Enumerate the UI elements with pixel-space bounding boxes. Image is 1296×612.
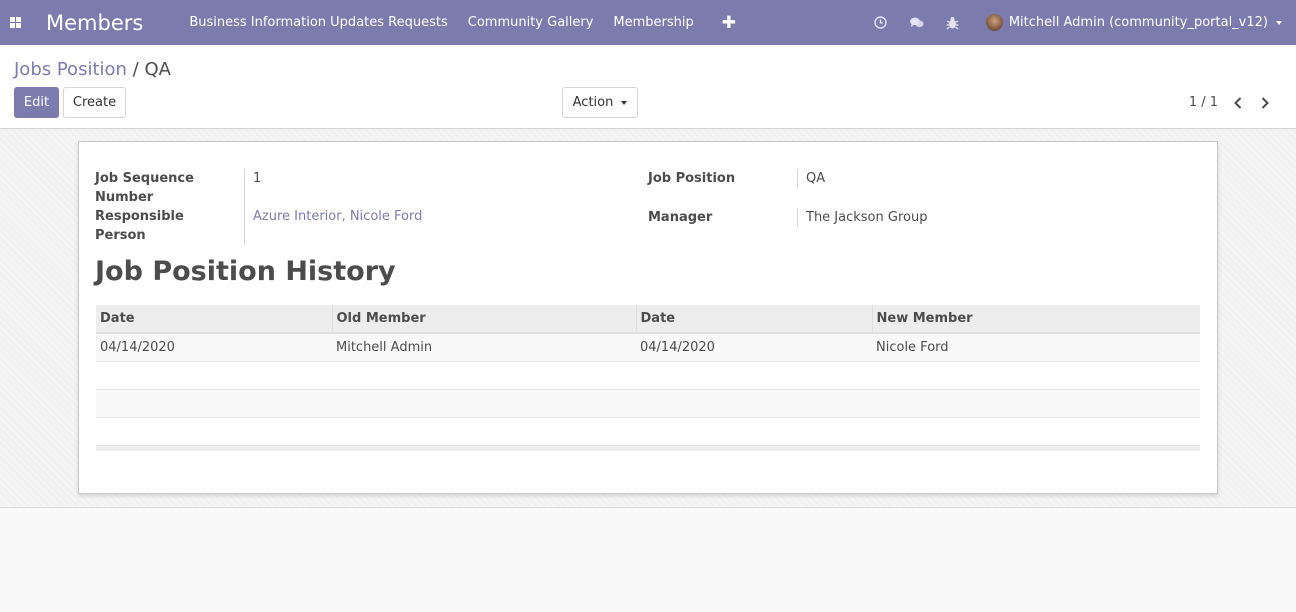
job-position-label: Job Position <box>648 169 798 188</box>
table-footer <box>96 445 1200 451</box>
breadcrumb-separator: / <box>126 59 145 80</box>
column-header-date[interactable]: Date <box>96 305 332 334</box>
job-position-value: QA <box>806 171 826 186</box>
field-group-right: Job Position QA Manager The Jackson Grou… <box>648 169 1188 227</box>
column-header-date-2[interactable]: Date <box>635 305 872 334</box>
menu-community-gallery[interactable]: Community Gallery <box>468 15 594 30</box>
app-title[interactable]: Members <box>46 11 143 35</box>
menu-membership[interactable]: Membership <box>613 15 693 30</box>
table-header-row: Date Old Member Date New Member <box>96 305 1200 334</box>
empty-table-row <box>96 389 1200 418</box>
pager: 1 / 1 <box>1189 95 1272 110</box>
form-view-background: Job Sequence Number 1 Responsible Person… <box>0 129 1296 508</box>
control-panel: Jobs Position / QA Edit Create Action 1 … <box>0 45 1296 129</box>
menu-business-info-requests[interactable]: Business Information Updates Requests <box>189 15 447 30</box>
table-cell: Mitchell Admin <box>332 333 636 362</box>
caret-down-icon <box>621 100 628 105</box>
pager-value[interactable]: 1 / 1 <box>1189 95 1218 110</box>
job-sequence-label: Job Sequence Number <box>95 169 245 207</box>
column-header-old-member[interactable]: Old Member <box>331 305 636 334</box>
breadcrumb: Jobs Position / QA <box>14 59 171 80</box>
chat-icon[interactable] <box>909 16 924 30</box>
history-title: Job Position History <box>95 256 396 287</box>
user-avatar[interactable] <box>985 14 1003 31</box>
action-dropdown-button[interactable]: Action <box>562 87 638 118</box>
user-menu-caret-icon[interactable] <box>1276 20 1282 25</box>
history-table: Date Old Member Date New Member 04/14/20… <box>96 305 1200 451</box>
clock-icon[interactable] <box>874 16 888 30</box>
empty-table-row <box>96 417 1200 446</box>
edit-button[interactable]: Edit <box>14 87 59 118</box>
manager-label: Manager <box>648 208 798 227</box>
empty-table-row <box>96 361 1200 390</box>
top-navbar: Members Business Information Updates Req… <box>0 0 1296 45</box>
responsible-person-value[interactable]: Azure Interior, Nicole Ford <box>245 207 422 245</box>
table-cell: 04/14/2020 <box>96 333 332 362</box>
responsible-person-label: Responsible Person <box>95 207 245 245</box>
action-label: Action <box>572 95 614 110</box>
chevron-right-icon[interactable] <box>1258 96 1272 110</box>
form-sheet: Job Sequence Number 1 Responsible Person… <box>78 141 1218 494</box>
create-button[interactable]: Create <box>63 87 126 118</box>
job-sequence-value: 1 <box>253 171 262 186</box>
chevron-left-icon[interactable] <box>1231 96 1245 110</box>
plus-icon[interactable]: ✚ <box>722 13 736 33</box>
breadcrumb-jobs-position[interactable]: Jobs Position <box>14 59 127 80</box>
user-menu-label[interactable]: Mitchell Admin (community_portal_v12) <box>1009 15 1268 30</box>
table-row[interactable]: 04/14/2020 Mitchell Admin 04/14/2020 Nic… <box>96 333 1200 362</box>
breadcrumb-current: QA <box>144 59 171 80</box>
column-header-new-member[interactable]: New Member <box>871 305 1200 334</box>
table-cell: Nicole Ford <box>872 333 1200 362</box>
table-cell: 04/14/2020 <box>636 333 872 362</box>
apps-menu-icon[interactable] <box>0 0 30 45</box>
bug-icon[interactable] <box>946 16 960 30</box>
field-group-left: Job Sequence Number 1 Responsible Person… <box>95 169 635 245</box>
manager-value: The Jackson Group <box>806 210 928 225</box>
